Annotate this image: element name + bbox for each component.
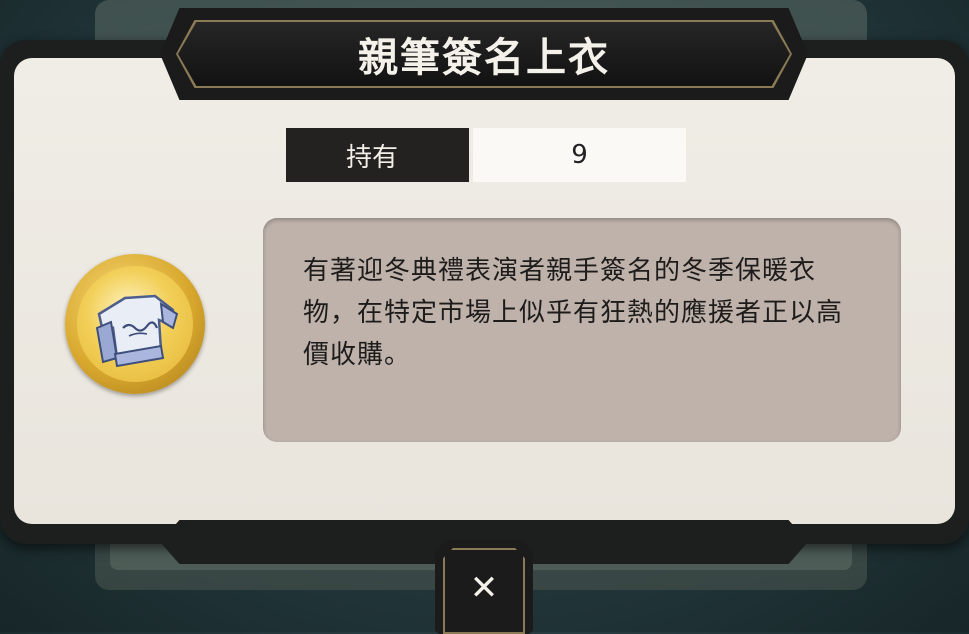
signed-sweater-icon <box>65 254 205 394</box>
owned-label: 持有 <box>286 128 469 182</box>
dialog-title: 親筆簽名上衣 <box>358 35 610 81</box>
owned-value: 9 <box>473 128 686 182</box>
close-icon: ✕ <box>469 568 499 608</box>
close-button[interactable]: ✕ <box>435 540 533 634</box>
item-description: 有著迎冬典禮表演者親手簽名的冬季保暖衣物，在特定市場上似乎有狂熱的應援者正以高價… <box>303 256 844 370</box>
sweater-graphic <box>95 294 179 368</box>
owned-count-row: 持有 9 <box>286 128 686 182</box>
